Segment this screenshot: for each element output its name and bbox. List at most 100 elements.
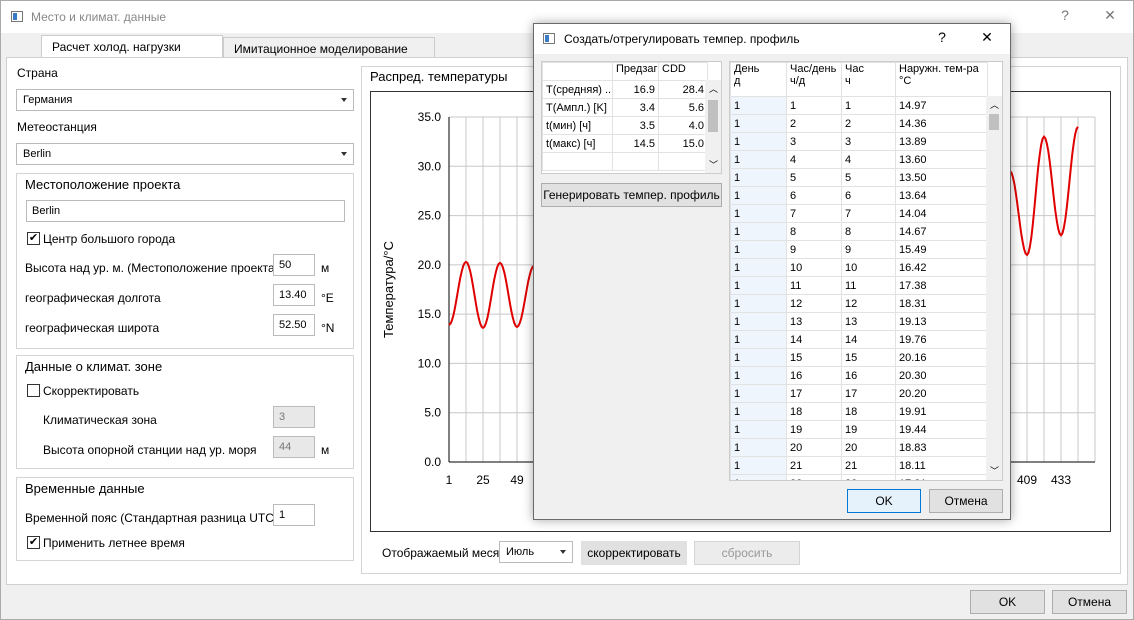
- profile-cell: 6: [786, 186, 842, 205]
- generate-profile-button[interactable]: Генерировать темпер. профиль: [541, 183, 722, 207]
- profile-scrollbar[interactable]: ︿ ﹀: [986, 96, 1002, 480]
- profile-row[interactable]: 1 20 20 18.83: [730, 438, 988, 457]
- scroll-down-icon[interactable]: ﹀: [990, 464, 999, 477]
- params-cell[interactable]: 4.0: [658, 116, 708, 135]
- profile-cell: 2: [841, 114, 896, 133]
- profile-cell: 22: [786, 474, 842, 480]
- profile-cell: 19.76: [895, 330, 988, 349]
- profile-header-cell: День д: [730, 62, 787, 97]
- params-scrollbar[interactable]: ︿ ﹀: [705, 80, 721, 173]
- profile-cell: 1: [786, 96, 842, 115]
- y-axis-label: Температура/°C: [381, 241, 396, 338]
- dialog-help-icon[interactable]: ?: [932, 29, 952, 45]
- profile-row[interactable]: 1 10 10 16.42: [730, 258, 988, 277]
- params-row[interactable]: T(Ампл.) [K] 3.4 5.6: [542, 98, 708, 117]
- longitude-input[interactable]: 13.40: [273, 284, 315, 306]
- scroll-up-icon[interactable]: ︿: [709, 82, 718, 95]
- params-cell[interactable]: 28.4: [658, 80, 708, 99]
- profile-row[interactable]: 1 1 1 14.97: [730, 96, 988, 115]
- profile-scroll-thumb[interactable]: [989, 114, 999, 130]
- profile-row[interactable]: 1 6 6 13.64: [730, 186, 988, 205]
- profile-row[interactable]: 1 18 18 19.91: [730, 402, 988, 421]
- big-city-checkbox[interactable]: ✔: [27, 232, 40, 245]
- profile-row[interactable]: 1 11 11 17.38: [730, 276, 988, 295]
- profile-row[interactable]: 1 12 12 18.31: [730, 294, 988, 313]
- correct-checkbox[interactable]: [27, 384, 40, 397]
- profile-cell: 1: [730, 420, 787, 439]
- params-scroll-thumb[interactable]: [708, 100, 718, 132]
- latitude-input[interactable]: 52.50: [273, 314, 315, 336]
- location-name-input[interactable]: Berlin: [26, 200, 345, 222]
- footer-ok-button[interactable]: OK: [970, 590, 1045, 614]
- altitude-input[interactable]: 50: [273, 254, 315, 276]
- profile-row[interactable]: 1222217.31: [730, 474, 988, 480]
- profile-cell: 3: [841, 132, 896, 151]
- profile-cell: 17.31: [895, 474, 988, 480]
- profile-cell: 1: [730, 330, 787, 349]
- profile-cell: 1: [730, 96, 787, 115]
- timezone-label: Временной пояс (Стандартная разница UTC): [25, 511, 278, 525]
- profile-cell: 1: [730, 258, 787, 277]
- params-row[interactable]: t(макс) [ч] 14.5 15.0: [542, 134, 708, 153]
- temperature-series-line: [448, 260, 535, 330]
- params-row[interactable]: t(мин) [ч] 3.5 4.0: [542, 116, 708, 135]
- reset-button[interactable]: сбросить: [694, 541, 800, 565]
- profile-row[interactable]: 1 3 3 13.89: [730, 132, 988, 151]
- params-cell[interactable]: 15.0: [658, 134, 708, 153]
- country-select[interactable]: Германия: [16, 89, 354, 111]
- profile-cell: 12: [841, 294, 896, 313]
- params-header-cell: [542, 62, 613, 81]
- profile-header-line: День: [734, 63, 760, 76]
- params-row[interactable]: T(средняя) ... 16.9 28.4: [542, 80, 708, 99]
- scroll-up-icon[interactable]: ︿: [990, 98, 999, 111]
- dialog-app-icon: [543, 33, 555, 44]
- profile-cell: 18: [786, 402, 842, 421]
- profile-row[interactable]: 1 21 21 18.11: [730, 456, 988, 475]
- dialog-cancel-button[interactable]: Отмена: [929, 489, 1003, 513]
- adjust-button[interactable]: скорректировать: [581, 541, 687, 565]
- profile-row[interactable]: 1 14 14 19.76: [730, 330, 988, 349]
- profile-row[interactable]: 1 13 13 19.13: [730, 312, 988, 331]
- longitude-label: географическая долгота: [25, 291, 161, 305]
- scroll-down-icon[interactable]: ﹀: [709, 158, 718, 171]
- profile-cell: 16.42: [895, 258, 988, 277]
- profile-cell: 9: [786, 240, 842, 259]
- profile-row[interactable]: 1 8 8 14.67: [730, 222, 988, 241]
- timezone-input[interactable]: 1: [273, 504, 315, 526]
- y-tick-label: 0.0: [424, 455, 441, 469]
- profile-row[interactable]: 1 5 5 13.50: [730, 168, 988, 187]
- profile-cell: 1: [730, 240, 787, 259]
- profile-cell: 14: [786, 330, 842, 349]
- profile-row[interactable]: 1 9 9 15.49: [730, 240, 988, 259]
- temperature-profile-dialog: Создать/отрегулировать темпер. профиль ?…: [533, 23, 1011, 520]
- profile-cell: 5: [841, 168, 896, 187]
- tab-cooling-load[interactable]: Расчет холод. нагрузки: [41, 35, 223, 57]
- profile-row[interactable]: 1 17 17 20.20: [730, 384, 988, 403]
- profile-row[interactable]: 1 19 19 19.44: [730, 420, 988, 439]
- help-icon[interactable]: ?: [1055, 7, 1075, 23]
- params-cell[interactable]: 16.9: [612, 80, 659, 99]
- dialog-ok-button[interactable]: OK: [847, 489, 921, 513]
- params-cell[interactable]: 14.5: [612, 134, 659, 153]
- profile-cell: 19.91: [895, 402, 988, 421]
- station-select[interactable]: Berlin: [16, 143, 354, 165]
- profile-cell: 10: [841, 258, 896, 277]
- profile-row[interactable]: 1 4 4 13.60: [730, 150, 988, 169]
- params-table-frame: Предзаг CDD T(средняя) ... 16.9 28.4 T(А…: [541, 61, 722, 174]
- month-select[interactable]: Июль: [499, 541, 573, 563]
- profile-row[interactable]: 1 2 2 14.36: [730, 114, 988, 133]
- dialog-close-icon[interactable]: ✕: [977, 29, 997, 46]
- profile-row[interactable]: 1 15 15 20.16: [730, 348, 988, 367]
- close-icon[interactable]: ✕: [1100, 7, 1120, 24]
- profile-row[interactable]: 1 16 16 20.30: [730, 366, 988, 385]
- params-cell[interactable]: 5.6: [658, 98, 708, 117]
- params-cell[interactable]: 3.5: [612, 116, 659, 135]
- y-tick-label: 35.0: [418, 110, 442, 124]
- x-tick-label: 409: [1017, 473, 1037, 487]
- params-cell[interactable]: 3.4: [612, 98, 659, 117]
- x-tick-label: 1: [446, 473, 453, 487]
- tab-year-simulation[interactable]: Имитационное моделирование года: [223, 37, 435, 70]
- footer-cancel-button[interactable]: Отмена: [1052, 590, 1127, 614]
- dst-checkbox[interactable]: ✔: [27, 536, 40, 549]
- profile-row[interactable]: 1 7 7 14.04: [730, 204, 988, 223]
